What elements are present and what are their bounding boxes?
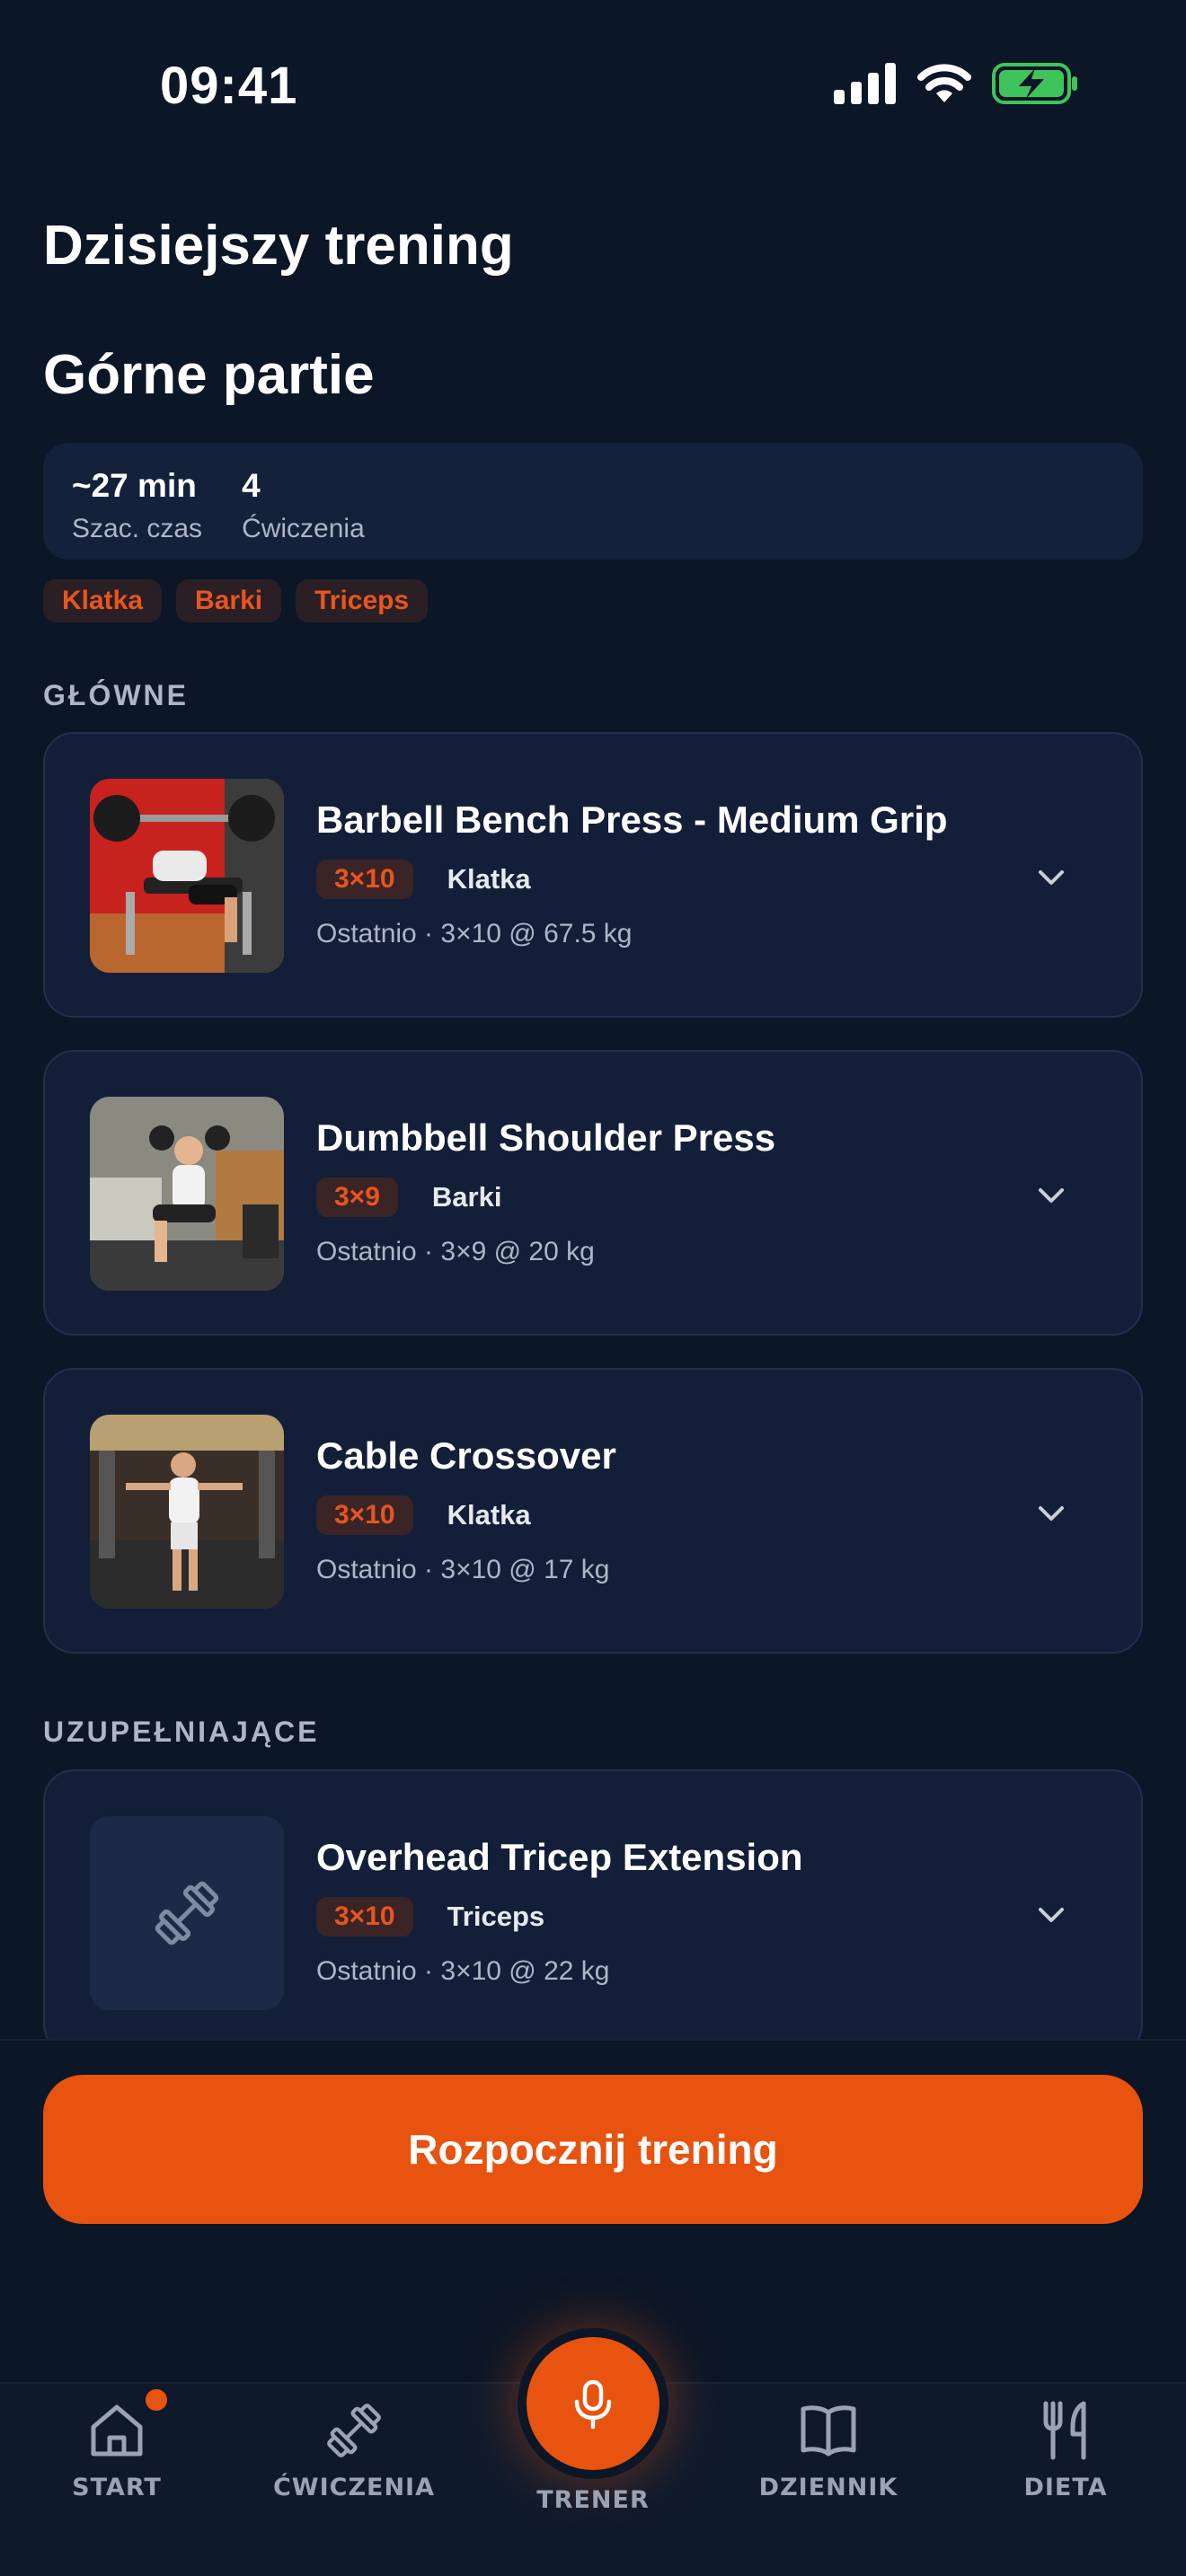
fork-knife-icon: [1043, 2401, 1086, 2460]
trainer-button-ring: [518, 2328, 668, 2479]
wifi-icon: [917, 64, 971, 102]
tag-triceps: Triceps: [296, 579, 429, 622]
chevron-down-icon[interactable]: [1033, 1178, 1069, 1213]
stat-duration: ~27 min Szac. czas: [72, 467, 202, 543]
book-icon: [801, 2405, 856, 2457]
start-workout-button[interactable]: Rozpocznij trening: [43, 2075, 1143, 2224]
tab-trainer-label[interactable]: TRENER: [503, 2486, 683, 2514]
exercise-meta: 3×10 Klatka: [316, 860, 531, 899]
stat-exercise-count: 4 Ćwiczenia: [242, 467, 365, 543]
trainer-mic-button[interactable]: [527, 2337, 659, 2470]
tab-start[interactable]: START: [27, 2400, 207, 2501]
exercise-title: Barbell Bench Press - Medium Grip: [316, 798, 948, 841]
stat-value: 4: [242, 467, 261, 504]
section-label-accessory: UZUPEŁNIAJĄCE: [43, 1716, 320, 1748]
exercise-meta: 3×10 Triceps: [316, 1897, 544, 1936]
exercise-thumbnail: [90, 1415, 284, 1609]
exercise-title: Cable Crossover: [316, 1434, 616, 1477]
microphone-icon: [574, 2379, 612, 2430]
notification-dot: [146, 2389, 167, 2411]
exercise-thumbnail: [90, 779, 284, 973]
chevron-down-icon[interactable]: [1033, 1495, 1069, 1531]
tag-shoulders: Barki: [176, 579, 282, 622]
workout-stats: ~27 min Szac. czas 4 Ćwiczenia: [43, 443, 1143, 560]
muscle-label: Triceps: [447, 1901, 545, 1932]
exercise-thumbnail: [90, 1097, 284, 1291]
dumbbell-icon: [155, 1881, 219, 1945]
sets-badge: 3×10: [316, 860, 413, 899]
last-session: Ostatnio · 3×10 @ 17 kg: [316, 1555, 610, 1584]
exercise-meta: 3×9 Barki: [316, 1178, 501, 1217]
exercise-card[interactable]: Barbell Bench Press - Medium Grip 3×10 K…: [43, 732, 1143, 1018]
exercise-thumbnail-placeholder: [90, 1816, 284, 2010]
status-icons: [834, 63, 1078, 104]
tab-journal[interactable]: DZIENNIK: [739, 2400, 918, 2501]
stat-label: Szac. czas: [72, 513, 203, 543]
chevron-down-icon[interactable]: [1033, 1897, 1069, 1933]
muscle-label: Klatka: [447, 863, 531, 895]
battery-icon: [992, 63, 1077, 104]
tab-label: DZIENNIK: [758, 2474, 898, 2501]
dumbbell-icon: [327, 2404, 381, 2457]
tab-diet[interactable]: DIETA: [976, 2400, 1155, 2501]
tab-label: START: [72, 2474, 162, 2501]
last-session: Ostatnio · 3×10 @ 22 kg: [316, 1956, 610, 1986]
last-session: Ostatnio · 3×10 @ 67.5 kg: [316, 919, 633, 948]
home-icon: [91, 2404, 143, 2457]
exercise-meta: 3×10 Klatka: [316, 1495, 531, 1535]
exercise-title: Dumbbell Shoulder Press: [316, 1116, 776, 1159]
exercise-card[interactable]: Overhead Tricep Extension 3×10 Triceps O…: [43, 1769, 1143, 2055]
chevron-down-icon[interactable]: [1033, 860, 1069, 895]
last-session: Ostatnio · 3×9 @ 20 kg: [316, 1237, 595, 1266]
tab-exercises[interactable]: ĆWICZENIA: [264, 2400, 444, 2501]
exercise-card[interactable]: Cable Crossover 3×10 Klatka Ostatnio · 3…: [43, 1368, 1143, 1654]
page-title: Dzisiejszy trening: [43, 215, 514, 277]
workout-name: Górne partie: [43, 344, 375, 406]
muscle-label: Klatka: [447, 1499, 531, 1531]
stat-label: Ćwiczenia: [242, 513, 365, 543]
tag-chest: Klatka: [43, 579, 163, 622]
exercise-title: Overhead Tricep Extension: [316, 1836, 803, 1878]
muscle-label: Barki: [431, 1181, 502, 1213]
signal-icon: [834, 63, 896, 104]
muscle-tags: Klatka Barki Triceps: [43, 579, 429, 622]
status-time: 09:41: [160, 57, 298, 115]
status-bar: 09:41: [0, 0, 1186, 171]
stat-value: ~27 min: [72, 467, 197, 504]
sets-badge: 3×10: [316, 1897, 413, 1936]
sets-badge: 3×9: [316, 1178, 398, 1217]
tab-label: ĆWICZENIA: [272, 2474, 436, 2501]
sets-badge: 3×10: [316, 1495, 413, 1535]
exercise-card[interactable]: Dumbbell Shoulder Press 3×9 Barki Ostatn…: [43, 1050, 1143, 1336]
tab-label: DIETA: [1023, 2474, 1108, 2501]
section-label-main: GŁÓWNE: [43, 679, 189, 711]
